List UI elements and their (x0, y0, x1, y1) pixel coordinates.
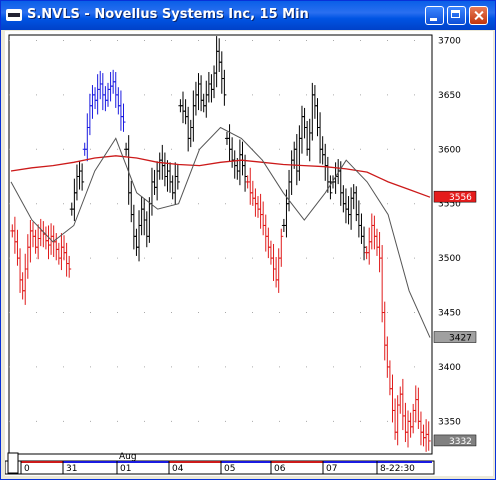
plot-frame (8, 34, 433, 455)
y-tick-label: 3700 (438, 36, 461, 46)
x-tick-label: 0 (24, 464, 30, 474)
x-tick-label: 07 (326, 464, 337, 474)
chart-app-icon[interactable] (6, 9, 22, 21)
x-tick-label: 04 (172, 464, 184, 474)
window-title: S.NVLS - Novellus Systems Inc, 15 Min (27, 7, 309, 22)
y-tick-label: 3500 (438, 254, 461, 264)
x-tick-label: 31 (66, 464, 77, 474)
x-tick-label: 8-22:30 (380, 464, 415, 474)
y-tick-label: 3400 (438, 363, 461, 373)
x-tick-label: 01 (120, 464, 131, 474)
x-tick-label: 06 (274, 464, 286, 474)
price-chart[interactable]: 3700365036003550350034503400335035563427… (5, 31, 493, 476)
title-bar[interactable]: S.NVLS - Novellus Systems Inc, 15 Min (1, 1, 495, 30)
last-value-tag-label: 3427 (449, 334, 472, 344)
month-label: Aug (119, 452, 137, 462)
chart-panel[interactable]: 3700 3650 3600 3550 3500 3450 3400 3350 3556 3427… (5, 31, 493, 476)
last-value-tag-label: 3332 (449, 437, 472, 447)
x-tick-label: 05 (224, 464, 235, 474)
y-tick-label: 3350 (438, 417, 461, 427)
y-tick-label: 3450 (438, 309, 461, 319)
maximize-button[interactable] (447, 6, 466, 25)
y-tick-label: 3650 (438, 91, 461, 101)
scroll-thumb (7, 452, 19, 474)
y-tick-label: 3600 (438, 145, 461, 155)
close-button[interactable] (469, 6, 488, 25)
app-window: S.NVLS - Novellus Systems Inc, 15 Min 37… (0, 0, 496, 480)
last-value-tag-label: 3556 (449, 193, 472, 203)
minimize-button[interactable] (425, 6, 444, 25)
